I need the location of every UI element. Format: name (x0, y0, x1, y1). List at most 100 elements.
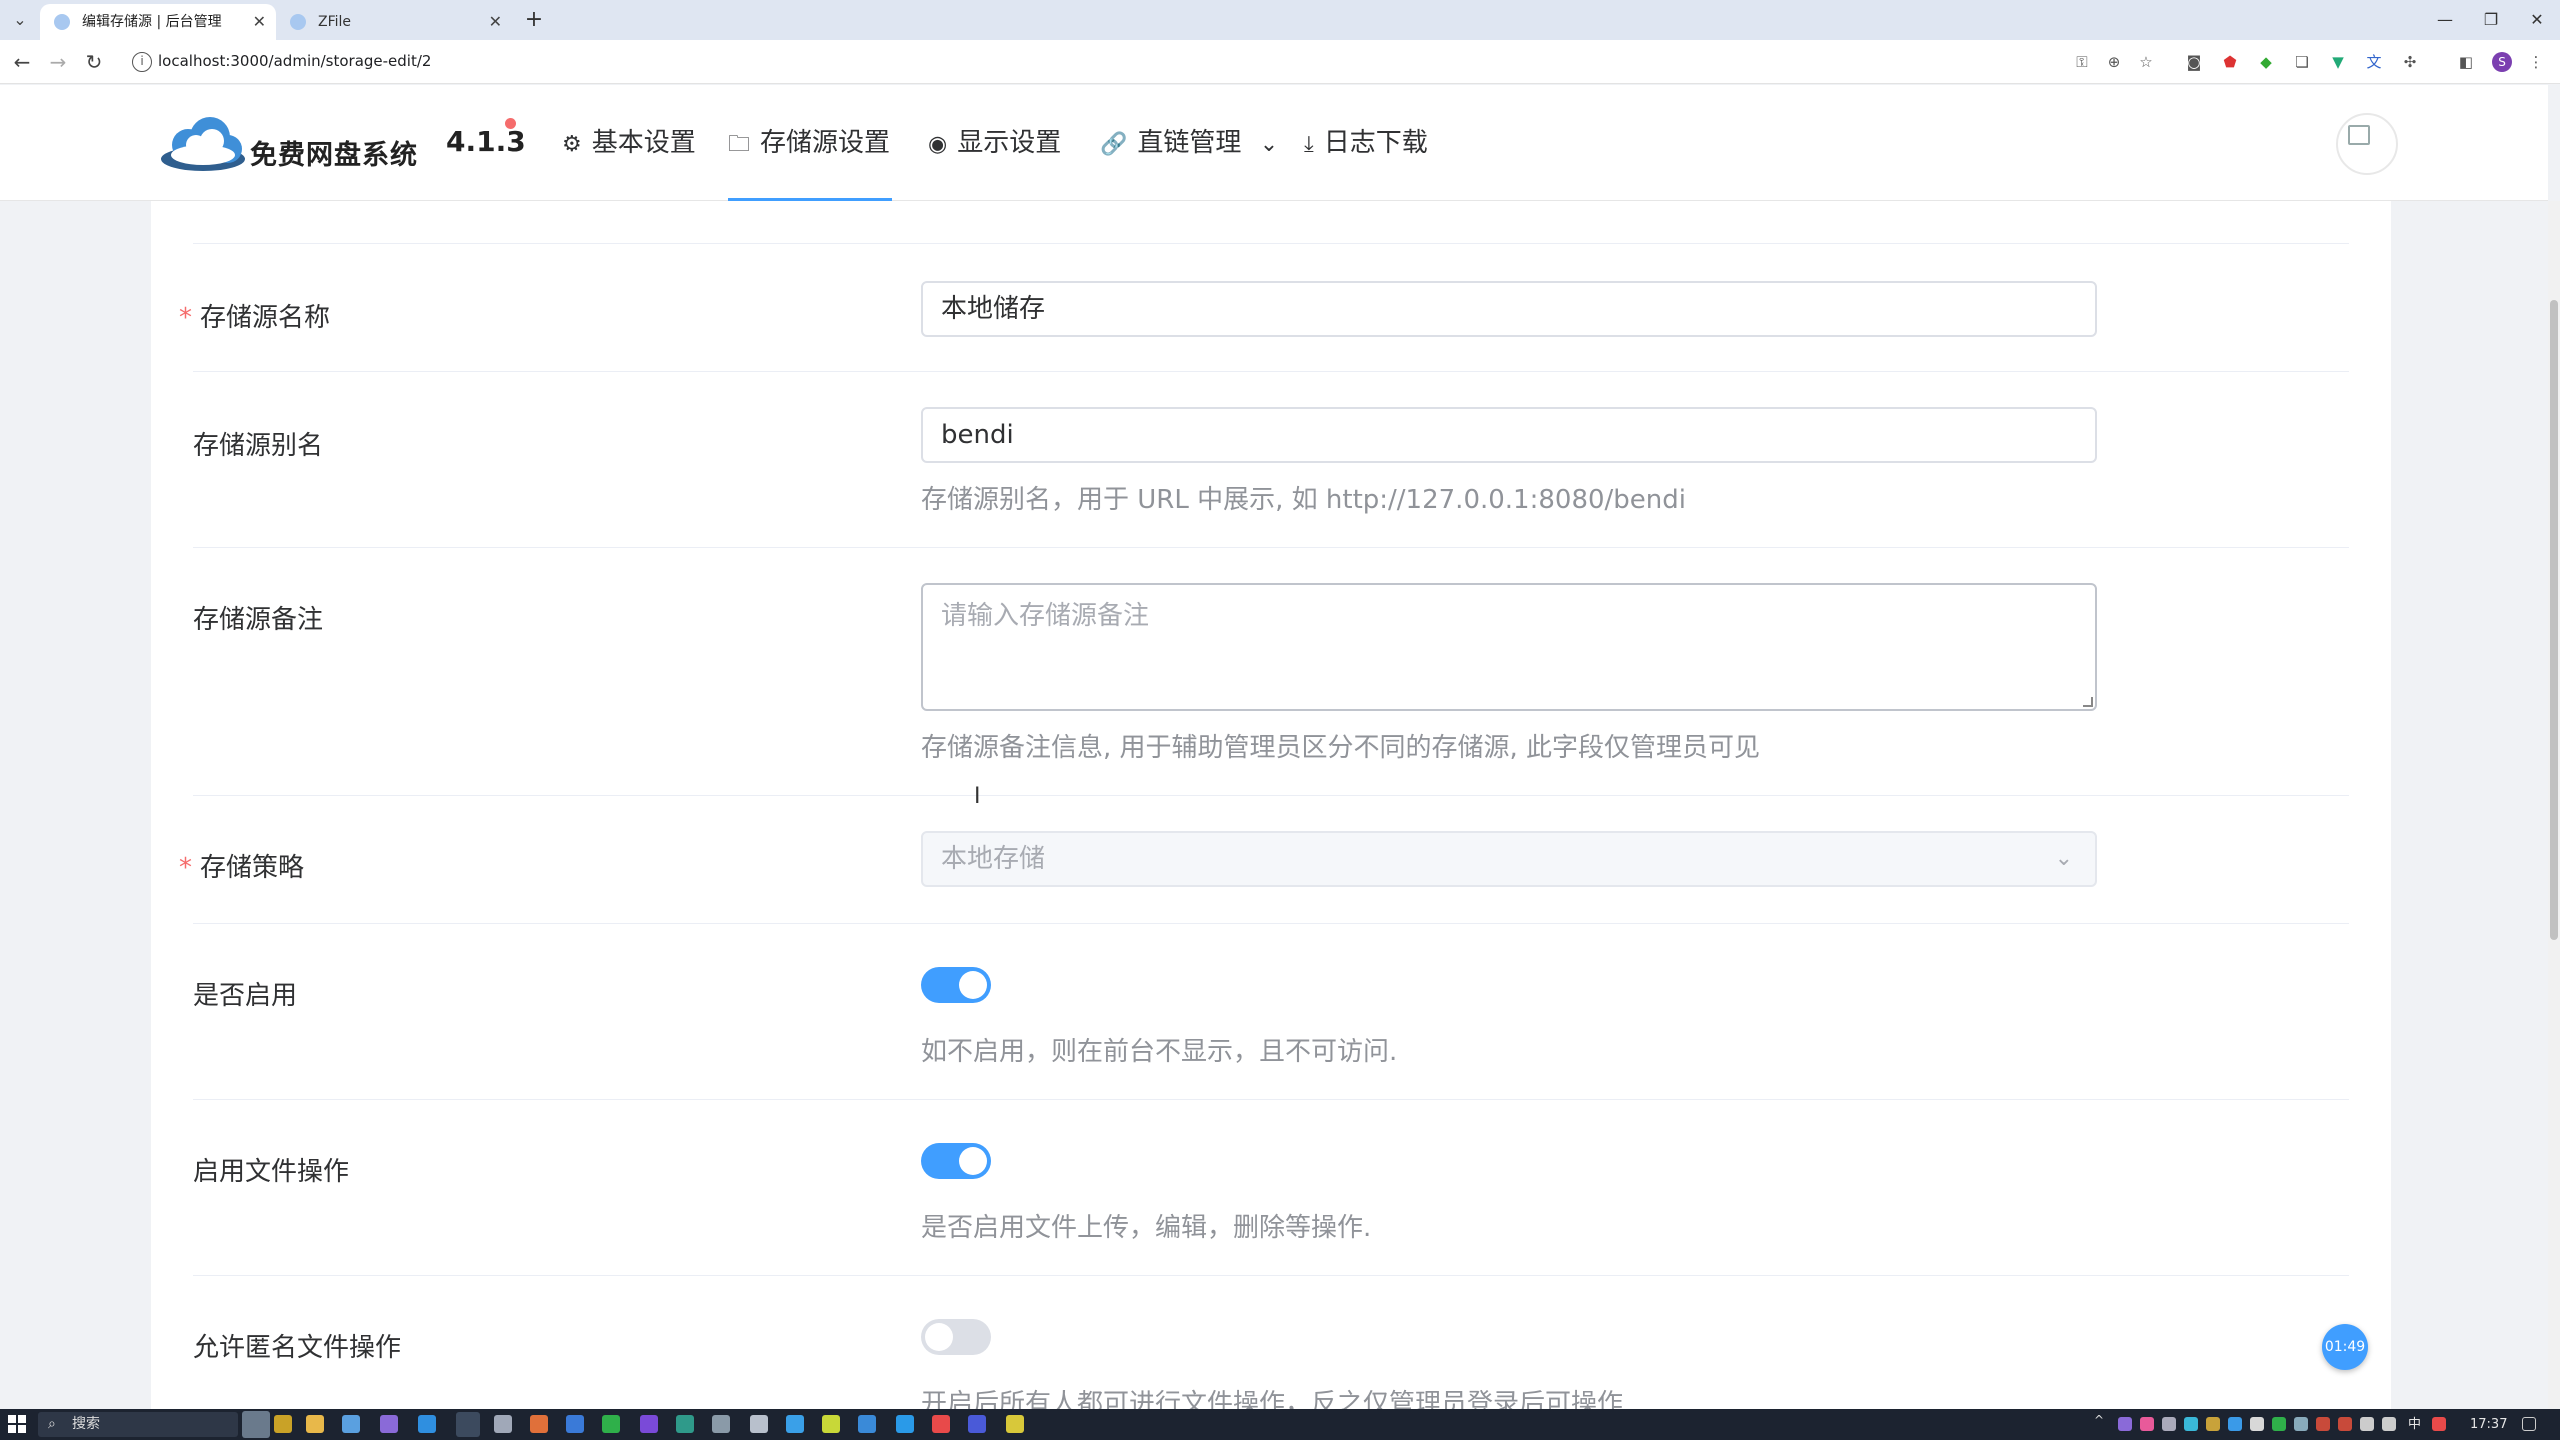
tray-app-icon[interactable] (2228, 1417, 2242, 1431)
timer-badge[interactable]: 01:49 (2322, 1324, 2368, 1370)
storage-name-label-text: 存储源名称 (200, 303, 331, 333)
divider (193, 547, 2349, 548)
minimize-button[interactable]: — (2422, 0, 2468, 40)
taskbar-widget-icon[interactable] (274, 1415, 292, 1433)
storage-type-select[interactable]: 本地存储 ⌄ (921, 831, 2097, 887)
enable-switch[interactable] (921, 967, 991, 1003)
enable-label: 是否启用 (193, 981, 298, 1011)
tray-app-icon[interactable] (2294, 1417, 2308, 1431)
extension-green-icon[interactable]: ◆ (2256, 52, 2276, 72)
enable-file-op-switch[interactable] (921, 1143, 991, 1179)
chrome-taskbar-icon[interactable] (456, 1412, 480, 1437)
taskbar-app-icon[interactable] (530, 1415, 548, 1433)
app-header: 免费网盘系统 4.1.3 ⚙ 基本设置 🗀 存储源设置 ◉ 显示设置 🔗 直链管理 ⌄ … (0, 85, 2548, 201)
tab-search-button[interactable]: ⌄ (8, 8, 32, 32)
menu-display-settings[interactable]: ◉ 显示设置 (928, 85, 1061, 201)
tab-favicon-icon (290, 14, 306, 30)
taskbar-app-icon[interactable] (896, 1415, 914, 1433)
extension-camera-icon[interactable]: ◙ (2184, 52, 2204, 72)
password-key-icon[interactable]: ⚿ (2072, 52, 2092, 72)
storage-key-input[interactable]: bendi (921, 407, 2097, 463)
site-info-icon[interactable]: i (132, 52, 152, 72)
tray-app-icon[interactable] (2162, 1417, 2176, 1431)
browser-menu-icon[interactable]: ⋮ (2526, 52, 2546, 72)
file-explorer-icon[interactable] (306, 1415, 324, 1433)
tray-volume-icon[interactable] (2382, 1417, 2396, 1431)
extensions-puzzle-icon[interactable]: ✣ (2400, 52, 2420, 72)
update-dot-badge (505, 118, 516, 129)
user-avatar[interactable] (2336, 113, 2398, 175)
side-panel-icon[interactable]: ◧ (2456, 52, 2476, 72)
reload-button[interactable]: ↻ (80, 48, 108, 76)
taskbar-app-icon[interactable] (640, 1415, 658, 1433)
taskbar-app-icon[interactable] (822, 1415, 840, 1433)
tray-app-icon[interactable] (2250, 1417, 2264, 1431)
taskbar-search[interactable]: ⌕ 搜索 (38, 1412, 238, 1437)
tray-app-icon[interactable] (2140, 1417, 2154, 1431)
tray-clock[interactable]: 17:37 (2470, 1409, 2507, 1440)
anon-file-op-switch[interactable] (921, 1319, 991, 1355)
menu-log-download[interactable]: ⤓ 日志下载 (1304, 85, 1428, 201)
chevron-down-icon: ⌄ (1259, 132, 1279, 157)
taskbar-app-icon[interactable] (676, 1415, 694, 1433)
taskbar-app-icon[interactable] (494, 1415, 512, 1433)
menu-storage-settings[interactable]: 🗀 存储源设置 (728, 85, 893, 201)
zoom-icon[interactable]: ⊕ (2104, 52, 2124, 72)
tab-close-icon[interactable]: ✕ (489, 4, 502, 40)
profile-avatar-icon[interactable]: S (2492, 52, 2512, 72)
taskbar-app-icon[interactable] (968, 1415, 986, 1433)
restore-button[interactable]: ❐ (2468, 0, 2514, 40)
taskbar-app-icon[interactable] (750, 1415, 768, 1433)
taskbar-search-placeholder: 搜索 (72, 1416, 100, 1432)
taskbar-app-icon[interactable] (380, 1415, 398, 1433)
notification-icon[interactable] (2522, 1417, 2536, 1431)
tray-app-icon[interactable] (2184, 1417, 2198, 1431)
menu-basic-settings[interactable]: ⚙ 基本设置 (562, 85, 696, 201)
extension-copy-icon[interactable]: ❏ (2292, 52, 2312, 72)
menu-link-management[interactable]: 🔗 直链管理 ⌄ (1100, 85, 1278, 201)
taskbar-widget-icon[interactable] (242, 1411, 270, 1438)
address-bar[interactable]: i localhost:3000/admin/storage-edit/2 (120, 45, 2080, 79)
extension-shield-icon[interactable]: ⬟ (2220, 52, 2240, 72)
taskbar-app-icon[interactable] (342, 1415, 360, 1433)
address-url: localhost:3000/admin/storage-edit/2 (158, 52, 432, 70)
menu-label: 存储源设置 (760, 128, 891, 158)
taskbar-app-icon[interactable] (1006, 1415, 1024, 1433)
taskbar-app-icon[interactable] (858, 1415, 876, 1433)
resize-grip-icon[interactable] (2083, 697, 2093, 707)
extension-vue-icon[interactable]: ▼ (2328, 52, 2348, 72)
tab-close-icon[interactable]: ✕ (253, 4, 266, 40)
tray-overflow-icon[interactable]: ^ (2094, 1413, 2108, 1427)
taskbar-app-icon[interactable] (418, 1415, 436, 1433)
page-scrollbar-thumb[interactable] (2550, 300, 2558, 940)
taskbar-app-icon[interactable] (712, 1415, 730, 1433)
window-close-button[interactable]: ✕ (2514, 0, 2560, 40)
extension-translate-icon[interactable]: 文 (2364, 52, 2384, 72)
app-version: 4.1.3 (446, 125, 526, 158)
storage-remark-textarea[interactable]: 请输入存储源备注 (921, 583, 2097, 711)
tray-wechat-icon[interactable] (2272, 1417, 2286, 1431)
taskbar-app-icon[interactable] (932, 1415, 950, 1433)
tray-app-icon[interactable] (2338, 1417, 2352, 1431)
taskbar-app-icon[interactable] (566, 1415, 584, 1433)
back-button[interactable]: ← (8, 48, 36, 76)
storage-name-input[interactable]: 本地储存 (921, 281, 2097, 337)
anon-file-op-help: 开启后所有人都可进行文件操作，反之仅管理员登录后可操作 (921, 1389, 1624, 1409)
wechat-icon[interactable] (602, 1415, 620, 1433)
tray-app-icon[interactable] (2118, 1417, 2132, 1431)
browser-tab[interactable]: ZFile ✕ (276, 4, 512, 40)
bookmark-star-icon[interactable]: ☆ (2136, 52, 2156, 72)
storage-edit-form: * 存储源名称 本地储存 存储源别名 bendi 存储源别名，用于 URL 中展示… (151, 201, 2391, 1409)
tray-app-icon[interactable] (2316, 1417, 2330, 1431)
tray-app-icon[interactable] (2432, 1417, 2446, 1431)
browser-tab-active[interactable]: 编辑存储源 | 后台管理 ✕ (40, 4, 276, 40)
divider (193, 923, 2349, 924)
required-asterisk: * (179, 303, 192, 333)
tray-app-icon[interactable] (2206, 1417, 2220, 1431)
taskbar-app-icon[interactable] (786, 1415, 804, 1433)
tray-network-icon[interactable] (2360, 1417, 2374, 1431)
tray-ime-indicator[interactable]: 中 (2408, 1409, 2421, 1440)
forward-button[interactable]: → (44, 48, 72, 76)
new-tab-button[interactable]: + (518, 4, 550, 36)
windows-start-icon[interactable] (8, 1415, 26, 1433)
